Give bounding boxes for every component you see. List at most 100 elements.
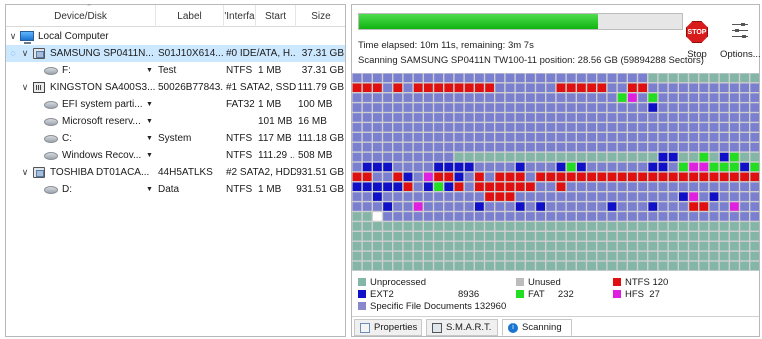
- dropdown-arrow-icon[interactable]: ▼: [146, 113, 153, 130]
- column-label[interactable]: Label: [156, 5, 224, 27]
- cluster-cell: [444, 251, 454, 261]
- cluster-cell: [699, 222, 709, 231]
- cluster-cell: [709, 232, 719, 241]
- legend-swatch-unprocessed: [358, 278, 366, 286]
- cluster-cell: [444, 182, 454, 191]
- tree-row-toshiba[interactable]: ∨ TOSHIBA DT01ACA... 44H5ATLKS #2 SATA2,…: [6, 164, 345, 181]
- cluster-cell: [546, 232, 556, 241]
- cluster-cell: [454, 113, 464, 122]
- column-device[interactable]: Device/Disk: [6, 5, 156, 27]
- options-button[interactable]: Options...: [720, 19, 761, 63]
- cluster-cell: [648, 232, 658, 241]
- tree-row-partition-f[interactable]: F: ▼ Test NTFS 1 MB 37.31 GB: [6, 62, 345, 79]
- cluster-cell: [393, 133, 403, 142]
- cluster-cell: [536, 212, 545, 221]
- scanning-panel: Time elapsed: 10m 11s, remaining: 3m 7s …: [351, 4, 761, 337]
- cluster-cell: [617, 202, 627, 211]
- cluster-cell: [587, 113, 596, 122]
- scanning-spinner-icon: ◌: [10, 48, 16, 58]
- tab-properties[interactable]: Properties: [354, 319, 422, 336]
- expand-chevron-icon[interactable]: ∨: [8, 28, 18, 45]
- cluster-cell: [628, 202, 637, 211]
- cluster-cell: [485, 222, 494, 231]
- cluster-cell: [464, 103, 474, 112]
- cluster-cell: [475, 251, 484, 261]
- cluster-cell: [536, 162, 545, 172]
- tab-smart[interactable]: S.M.A.R.T.: [426, 319, 498, 336]
- cluster-cell: [393, 172, 403, 182]
- cluster-cell: [577, 261, 586, 271]
- cluster-cell: [709, 251, 719, 261]
- tree-row-partition-efi[interactable]: EFI system parti... ▼ FAT32 1 MB 100 MB: [6, 96, 345, 113]
- partition-icon: [44, 186, 58, 194]
- expand-chevron-icon[interactable]: ∨: [20, 164, 30, 181]
- tree-row-partition-msr[interactable]: Microsoft reserv... ▼ 101 MB 16 MB: [6, 113, 345, 130]
- dropdown-arrow-icon[interactable]: ▼: [146, 130, 153, 147]
- partition-name: F:: [62, 65, 71, 76]
- cluster-cell: [515, 133, 525, 142]
- tree-row-partition-c[interactable]: C: ▼ System NTFS 117 MB 111.18 GB: [6, 130, 345, 147]
- device-name: SAMSUNG SP0411N...: [50, 48, 154, 59]
- partition-icon: [44, 118, 58, 126]
- cluster-cell: [515, 142, 525, 152]
- cluster-cell: [668, 202, 678, 211]
- cluster-cell: [556, 83, 566, 92]
- cluster-cell: [373, 212, 382, 221]
- cluster-cell: [679, 113, 688, 122]
- cluster-cell: [740, 123, 749, 132]
- cluster-cell: [607, 261, 617, 271]
- cluster-cell: [413, 192, 423, 201]
- cluster-cell: [373, 251, 382, 261]
- cluster-cell: [740, 142, 749, 152]
- partition-start: 101 MB: [258, 116, 293, 127]
- cluster-cell: [730, 152, 739, 162]
- cluster-cell: [709, 172, 719, 182]
- cluster-cell: [750, 261, 759, 271]
- cluster-cell: [403, 142, 413, 152]
- tree-row-partition-recovery[interactable]: Windows Recov... ▼ NTFS 111.29 ... 508 M…: [6, 147, 345, 164]
- cluster-cell: [679, 241, 688, 251]
- cluster-cell: [485, 172, 494, 182]
- cluster-cell: [658, 162, 668, 172]
- dropdown-arrow-icon[interactable]: ▼: [146, 181, 153, 198]
- cluster-cell: [485, 251, 494, 261]
- cluster-cell: [709, 133, 719, 142]
- cluster-cell: [730, 222, 739, 231]
- dropdown-arrow-icon[interactable]: ▼: [146, 96, 153, 113]
- stop-button[interactable]: STOP Stop: [678, 19, 716, 63]
- cluster-cell: [485, 113, 494, 122]
- expand-chevron-icon[interactable]: ∨: [20, 79, 30, 96]
- cluster-cell: [383, 142, 392, 152]
- expand-chevron-icon[interactable]: ∨: [20, 45, 30, 62]
- cluster-cell: [699, 142, 709, 152]
- cluster-cell: [628, 73, 637, 83]
- cluster-cell: [587, 103, 596, 112]
- cluster-cell: [373, 133, 382, 142]
- column-interface[interactable]: 'Interfa: [224, 5, 256, 27]
- cluster-cell: [393, 103, 403, 112]
- dropdown-arrow-icon[interactable]: ▼: [146, 147, 153, 164]
- tab-scanning[interactable]: i Scanning: [502, 319, 572, 336]
- cluster-cell: [750, 182, 759, 191]
- column-start[interactable]: Start: [256, 5, 296, 27]
- cluster-cell: [515, 212, 525, 221]
- dropdown-arrow-icon[interactable]: ▼: [146, 62, 153, 79]
- legend-ext2-count: 8936: [458, 289, 480, 300]
- tree-row-kingston[interactable]: ∨ KINGSTON SA400S3... 50026B77843... #1 …: [6, 79, 345, 96]
- cluster-cell: [719, 113, 729, 122]
- cluster-cell: [373, 182, 382, 191]
- cluster-cell: [424, 261, 433, 271]
- tree-row-partition-d[interactable]: D: ▼ Data NTFS 1 MB 931.51 GB: [6, 181, 345, 198]
- cluster-cell: [362, 142, 372, 152]
- cluster-cell: [658, 142, 668, 152]
- cluster-cell: [546, 83, 556, 92]
- tree-row-samsung[interactable]: ◌ ∨ SAMSUNG SP0411N... S01J10X614... #0 …: [6, 45, 345, 62]
- cluster-cell: [413, 83, 423, 92]
- tree-row-local-computer[interactable]: ∨ Local Computer: [6, 28, 345, 45]
- cluster-cell: [352, 142, 362, 152]
- cluster-cell: [648, 123, 658, 132]
- cluster-cell: [648, 113, 658, 122]
- cluster-cell: [526, 172, 535, 182]
- column-size[interactable]: Size: [296, 5, 346, 27]
- cluster-cell: [383, 172, 392, 182]
